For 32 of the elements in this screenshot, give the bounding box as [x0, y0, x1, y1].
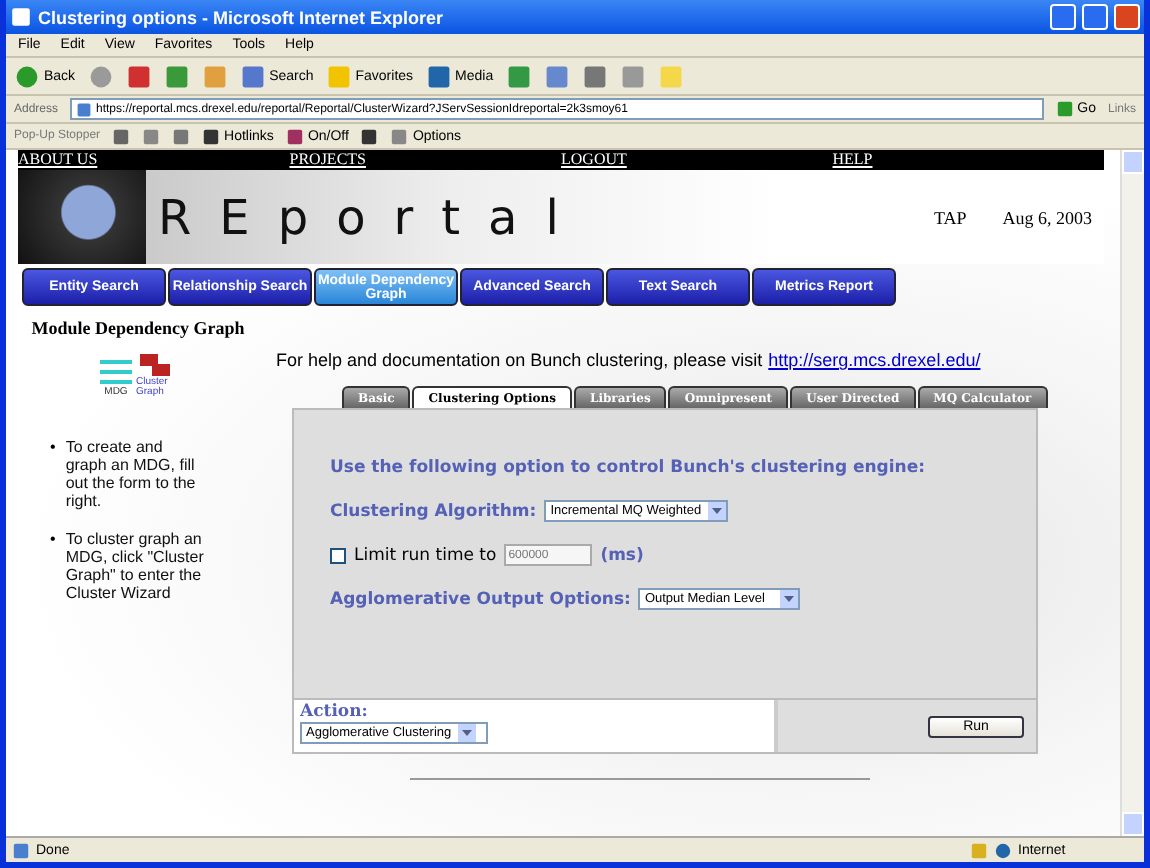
scroll-down-button[interactable]: [1122, 812, 1144, 836]
help-text: For help and documentation on Bunch clustering, please visit: [276, 350, 763, 370]
graph-icon: [100, 358, 132, 386]
maximize-button[interactable]: [1082, 4, 1108, 30]
scroll-up-button[interactable]: [1122, 150, 1144, 174]
nav-link[interactable]: ABOUT US: [18, 150, 290, 170]
bullet-marker: •: [50, 438, 56, 460]
limit-label: Limit run time to: [354, 545, 497, 565]
window-title: Clustering options - Microsoft Internet Explorer: [38, 7, 446, 27]
caret-icon: [784, 595, 795, 603]
caret-icon: [461, 729, 472, 737]
nav-link[interactable]: HELP: [832, 150, 1104, 170]
documentation-link[interactable]: http://serg.mcs.drexel.edu/: [768, 350, 981, 370]
unit-label: (ms): [600, 545, 644, 565]
nav-link[interactable]: LOGOUT: [561, 150, 833, 170]
caret-icon: [711, 507, 722, 515]
cluster-icon: [140, 354, 172, 378]
site-logo: REportal: [158, 189, 587, 245]
nav-link[interactable]: PROJECTS: [289, 150, 561, 170]
limit-checkbox[interactable]: [330, 547, 346, 563]
action-label: Action:: [300, 702, 370, 722]
user-name: TAP: [933, 207, 967, 227]
bullet-marker: •: [50, 530, 56, 552]
algorithm-label: Clustering Algorithm:: [330, 501, 537, 521]
panel-heading: Use the following option to control Bunch's clustering engine:: [330, 458, 928, 478]
close-button[interactable]: [1114, 4, 1140, 30]
instruction-text: To create and graph an MDG, fill out the form to the right.: [65, 438, 198, 510]
date-text: Aug 6, 2003: [1002, 207, 1092, 227]
sidebar-title: Module Dependency Graph: [31, 318, 245, 338]
instruction-text: To cluster graph an MDG, click "Cluster Graph" to enter the Cluster Wizard: [65, 530, 206, 602]
minimize-button[interactable]: [1050, 4, 1076, 30]
output-label: Agglomerative Output Options:: [330, 589, 631, 609]
